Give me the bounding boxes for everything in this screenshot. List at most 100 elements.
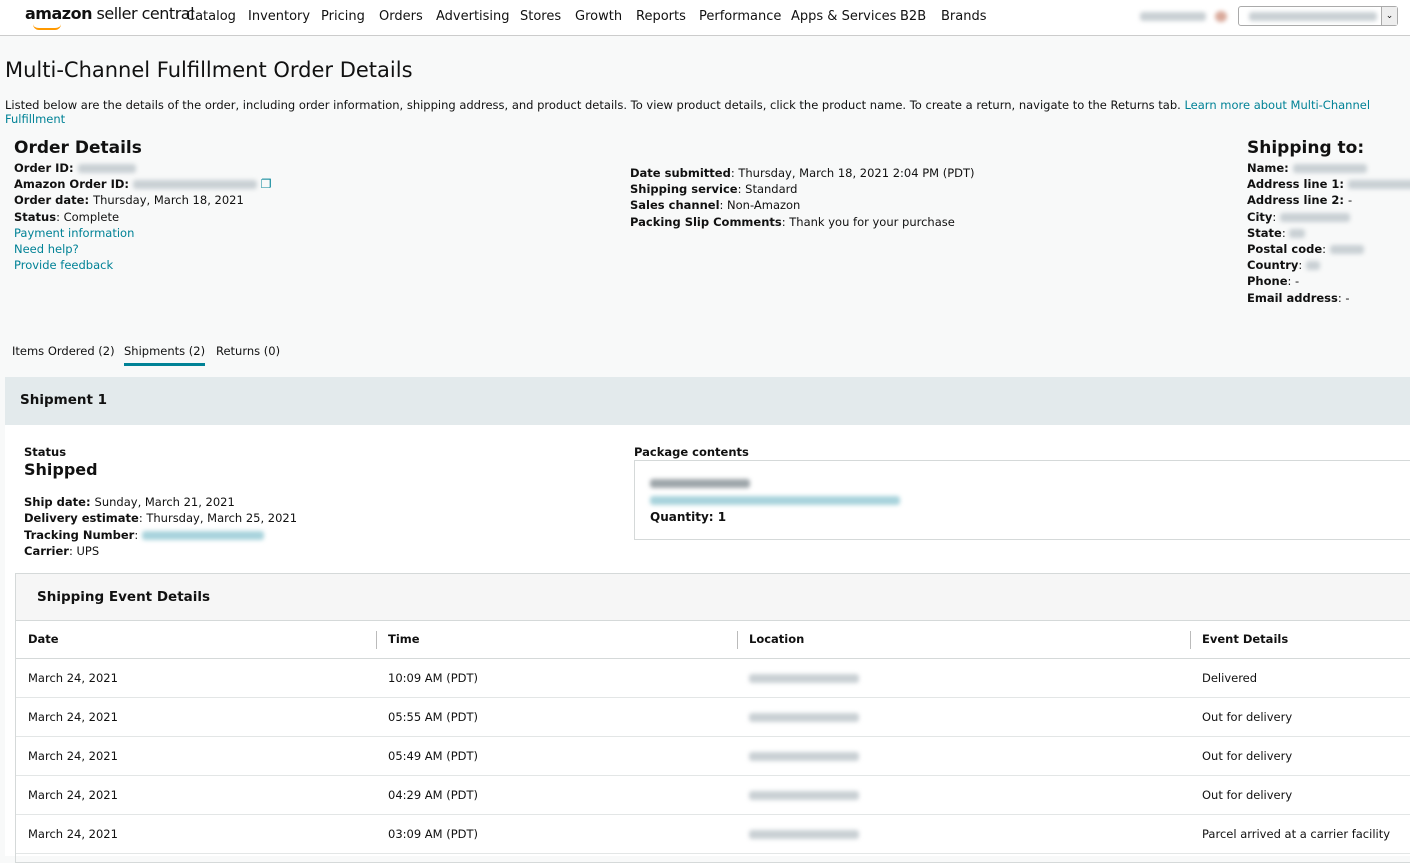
date-submitted: Thursday, March 18, 2021 2:04 PM (PDT) <box>738 166 975 180</box>
col-location[interactable]: Location <box>737 621 1190 659</box>
event-details: Out for delivery <box>1190 736 1410 776</box>
label: Order date <box>14 193 85 208</box>
label: Packing Slip Comments <box>630 214 782 229</box>
carrier: UPS <box>76 543 100 558</box>
page-title: Multi-Channel Fulfillment Order Details <box>5 58 413 82</box>
col-time[interactable]: Time <box>376 621 737 659</box>
order-status: Complete <box>63 209 120 224</box>
order-details-section: Order Details Order ID: Amazon Order ID:… <box>14 138 272 273</box>
tracking-number-link[interactable] <box>141 530 264 540</box>
event-location <box>737 814 1190 854</box>
shipment-panel: Shipment 1 Status Shipped Ship date: Sun… <box>5 377 1410 863</box>
nav-reports[interactable]: Reports <box>636 9 686 24</box>
delivery-estimate: Thursday, March 25, 2021 <box>146 511 298 526</box>
location-redacted <box>749 751 859 761</box>
flag-icon <box>1215 11 1227 22</box>
event-location <box>737 658 1190 698</box>
shipment-info: Status Shipped Ship date: Sunday, March … <box>24 445 298 558</box>
nav-performance[interactable]: Performance <box>699 9 781 24</box>
label: State <box>1247 225 1282 240</box>
order-date: Thursday, March 18, 2021 <box>93 193 244 208</box>
event-details: Out for delivery <box>1190 697 1410 737</box>
label: Address line 2 <box>1247 193 1340 208</box>
packing-slip-comments: Thank you for your purchase <box>789 214 955 229</box>
nav-brands[interactable]: Brands <box>941 9 987 24</box>
location-redacted <box>749 673 859 683</box>
nav-catalog[interactable]: Catalog <box>186 9 236 24</box>
label: Order ID <box>14 161 69 175</box>
event-time: 04:29 AM (PDT) <box>376 775 737 815</box>
nav-apps-services[interactable]: Apps & Services <box>791 9 896 24</box>
table-row: March 24, 2021 05:55 AM (PDT) Out for de… <box>16 697 1410 737</box>
status-label: Status <box>24 445 67 459</box>
nav-advertising[interactable]: Advertising <box>436 9 510 24</box>
need-help-link[interactable]: Need help? <box>14 242 79 256</box>
location-redacted <box>749 829 859 839</box>
col-event-details[interactable]: Event Details <box>1190 621 1410 659</box>
top-nav: amazon seller central Catalog Inventory … <box>0 0 1410 36</box>
label: Date submitted <box>630 166 731 180</box>
label: Amazon Order ID <box>14 177 125 192</box>
tab-items-ordered[interactable]: Items Ordered (2) <box>12 344 115 363</box>
payment-information-link[interactable]: Payment information <box>14 226 134 240</box>
label: Country <box>1247 258 1299 273</box>
shipping-to-section: Shipping to: Name: Address line 1: Addre… <box>1247 137 1410 306</box>
postal-redacted <box>1329 245 1364 255</box>
shipment-status: Shipped <box>24 460 98 480</box>
chevron-down-icon: ⌄ <box>1381 7 1397 25</box>
provide-feedback-link[interactable]: Provide feedback <box>14 258 113 272</box>
event-time: 05:55 AM (PDT) <box>376 697 737 737</box>
marketplace-redacted <box>1249 12 1377 21</box>
event-details: Out for delivery <box>1190 775 1410 815</box>
label: Email address <box>1247 290 1338 305</box>
name-redacted <box>1292 164 1367 173</box>
order-details-heading: Order Details <box>14 138 142 158</box>
col-date[interactable]: Date <box>16 621 376 659</box>
shipping-service: Standard <box>745 182 798 197</box>
label: Phone <box>1247 274 1288 289</box>
order-id-redacted <box>77 164 136 173</box>
event-location <box>737 697 1190 737</box>
event-time: 05:49 AM (PDT) <box>376 736 737 776</box>
event-time: 10:09 AM (PDT) <box>376 658 737 698</box>
event-location <box>737 775 1190 815</box>
address1-redacted <box>1348 180 1410 190</box>
event-details: Delivered <box>1190 658 1410 698</box>
nav-growth[interactable]: Growth <box>575 9 622 24</box>
nav-b2b[interactable]: B2B <box>900 9 926 24</box>
marketplace-select[interactable]: ⌄ <box>1238 6 1398 26</box>
nav-stores[interactable]: Stores <box>520 9 561 24</box>
table-row: March 24, 2021 05:49 AM (PDT) Out for de… <box>16 736 1410 776</box>
smile-icon <box>33 24 61 30</box>
tab-returns[interactable]: Returns (0) <box>216 344 280 363</box>
page-description: Listed below are the details of the orde… <box>5 98 1410 126</box>
label: City <box>1247 209 1273 224</box>
label: Delivery estimate <box>24 511 139 526</box>
description-text: Listed below are the details of the orde… <box>5 98 1185 112</box>
country-redacted <box>1305 261 1320 271</box>
shipping-events-title: Shipping Event Details <box>16 574 1410 621</box>
event-date: March 24, 2021 <box>16 736 376 776</box>
logo-text: seller central <box>91 4 195 23</box>
logo-bold: amazon <box>25 4 92 23</box>
label: Package contents <box>634 445 749 459</box>
label: Shipping service <box>630 182 738 197</box>
account-name-redacted[interactable] <box>1140 12 1206 21</box>
package-contents-box: Quantity: 1 <box>634 460 1410 540</box>
label: Name <box>1247 161 1285 175</box>
seller-central-logo[interactable]: amazon seller central <box>25 4 195 30</box>
event-details: Parcel arrived at a carrier facility <box>1190 814 1410 854</box>
shipping-event-details: Shipping Event Details Date Time Locatio… <box>15 573 1410 863</box>
event-location <box>737 736 1190 776</box>
product-name-link[interactable] <box>650 496 900 505</box>
tab-shipments[interactable]: Shipments (2) <box>124 344 206 366</box>
nav-inventory[interactable]: Inventory <box>248 9 310 24</box>
event-time: 03:09 AM (PDT) <box>376 814 737 854</box>
label: Carrier <box>24 543 69 558</box>
label: Sales channel <box>630 198 720 213</box>
nav-orders[interactable]: Orders <box>379 9 423 24</box>
copy-icon[interactable]: ❐ <box>261 177 272 191</box>
ship-date: Sunday, March 21, 2021 <box>94 495 235 510</box>
nav-pricing[interactable]: Pricing <box>321 9 365 24</box>
label: Ship date <box>24 495 86 510</box>
